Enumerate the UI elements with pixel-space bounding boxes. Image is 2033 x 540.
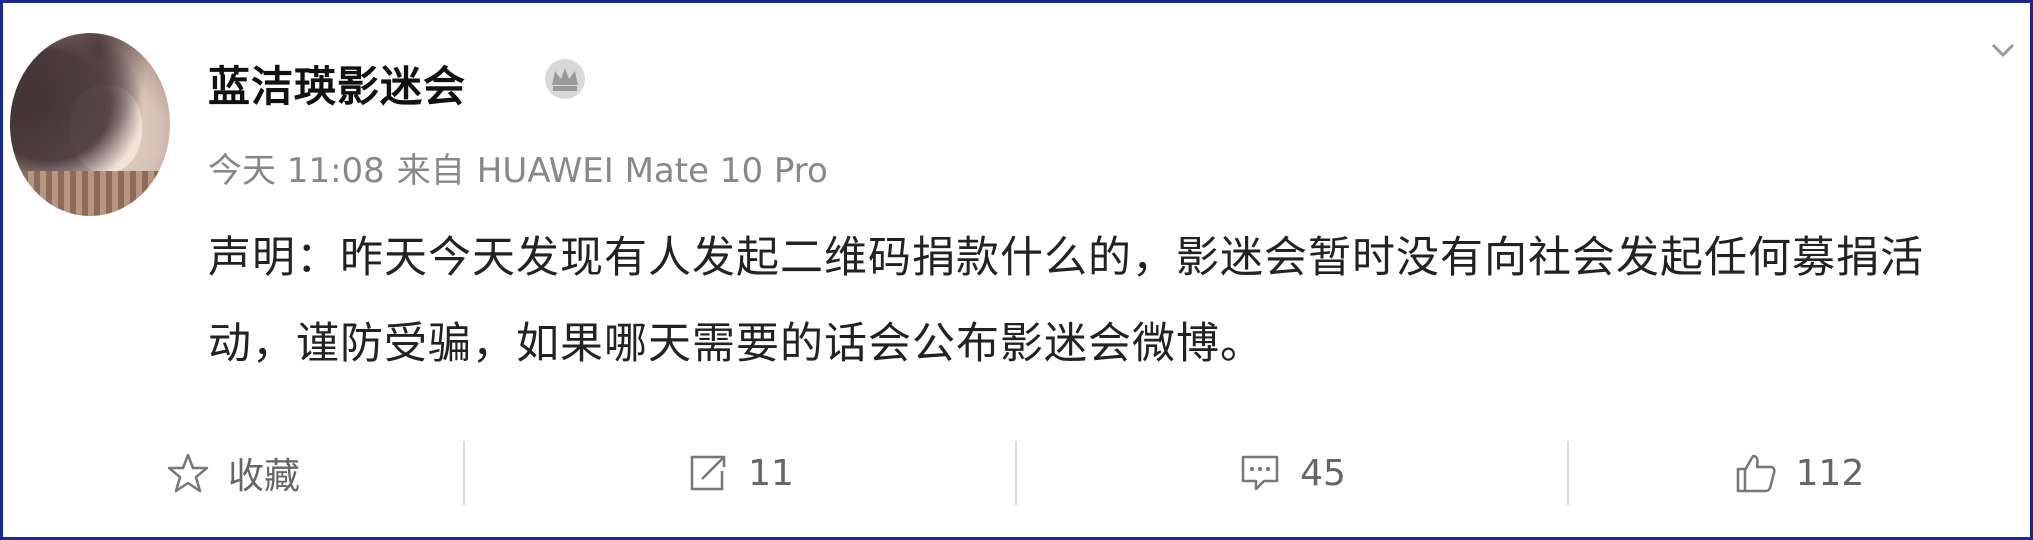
- source-device[interactable]: HUAWEI Mate 10 Pro: [477, 151, 828, 191]
- repost-count: 11: [748, 452, 794, 494]
- crown-icon: [545, 59, 585, 99]
- repost-button[interactable]: 11: [465, 433, 1015, 513]
- post-meta: 今天 11:08 来自 HUAWEI Mate 10 Pro: [208, 143, 840, 192]
- comment-count: 45: [1300, 452, 1346, 494]
- avatar-shirt: [10, 171, 170, 216]
- avatar[interactable]: [10, 33, 170, 216]
- comment-button[interactable]: 45: [1017, 433, 1567, 513]
- favorite-label: 收藏: [227, 456, 300, 497]
- author-name[interactable]: 蓝洁瑛影迷会: [208, 53, 466, 114]
- like-count: 112: [1795, 452, 1865, 494]
- action-bar: 收藏 11 45 112: [3, 433, 2030, 513]
- source-prefix: 来自: [396, 151, 465, 191]
- post-time[interactable]: 今天 11:08: [208, 151, 385, 191]
- thumbs-up-icon: [1736, 454, 1776, 493]
- repost-icon: [690, 455, 726, 491]
- comment-icon: [1241, 455, 1279, 491]
- weibo-post-card: 蓝洁瑛影迷会 今天 11:08 来自 HUAWEI Mate 10 Pro 声明：昨…: [0, 0, 2033, 540]
- like-button[interactable]: 112: [1569, 433, 2029, 513]
- chevron-down-icon[interactable]: [1986, 33, 2020, 67]
- favorite-button[interactable]: 收藏: [3, 433, 463, 513]
- star-icon: [167, 453, 209, 493]
- post-content: 声明：昨天今天发现有人发起二维码捐款什么的，影迷会暂时没有向社会发起任何募捐活动…: [208, 233, 1924, 369]
